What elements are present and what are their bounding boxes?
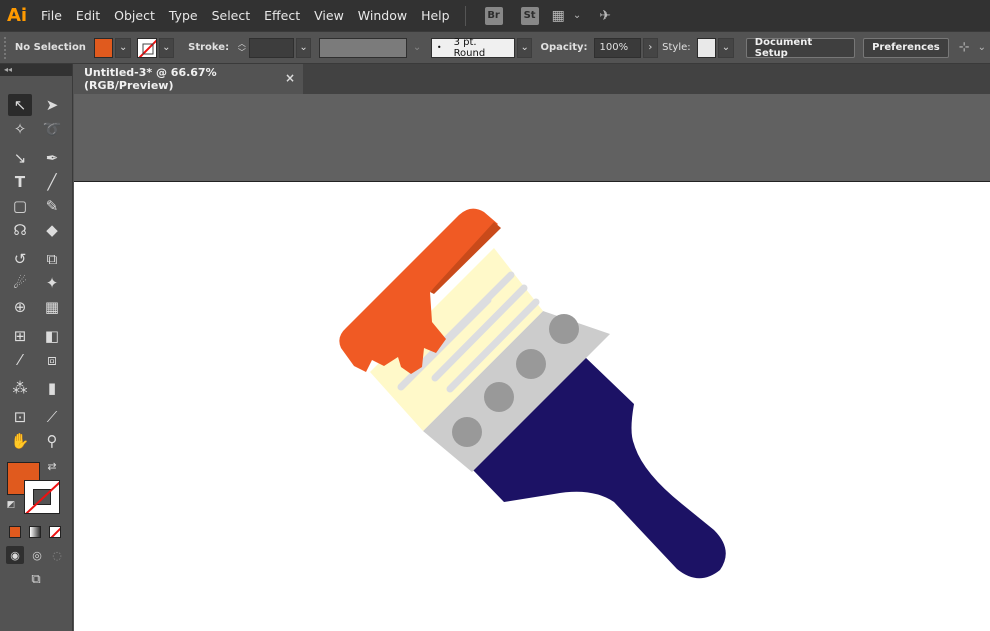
gradient-tool-icon[interactable]: ◧: [40, 325, 64, 347]
paintbrush-illustration[interactable]: [74, 182, 990, 631]
color-mode-icon[interactable]: [9, 526, 21, 538]
stroke-weight-field[interactable]: [248, 37, 294, 58]
draw-normal-icon[interactable]: ◉: [6, 546, 24, 564]
menu-edit[interactable]: Edit: [69, 0, 107, 31]
stroke-color-box[interactable]: [24, 480, 60, 514]
menu-window[interactable]: Window: [351, 0, 414, 31]
lasso-tool-icon[interactable]: ➰: [40, 118, 64, 140]
bridge-icon[interactable]: Br: [484, 6, 503, 25]
none-mode-icon[interactable]: [49, 526, 61, 538]
stroke-color-swatch[interactable]: [136, 37, 157, 58]
ferrule-dot: [516, 349, 546, 379]
document-tab[interactable]: Untitled-3* @ 66.67% (RGB/Preview) ×: [74, 64, 303, 94]
profile-dropdown[interactable]: ⌄: [409, 37, 425, 58]
opacity-field[interactable]: 100%: [593, 37, 641, 58]
style-label: Style:: [662, 42, 691, 53]
menu-effect[interactable]: Effect: [257, 0, 307, 31]
column-graph-tool-icon[interactable]: ▮: [40, 377, 64, 399]
selection-status: No Selection: [14, 42, 86, 53]
transform-options-icon[interactable]: ⊹: [959, 40, 970, 55]
default-colors-icon[interactable]: ◩: [4, 498, 18, 512]
brush-definition-field[interactable]: • 3 pt. Round: [430, 36, 515, 59]
style-dropdown[interactable]: ⌄: [718, 37, 734, 58]
preferences-button[interactable]: Preferences: [863, 37, 949, 58]
pasteboard[interactable]: [74, 94, 990, 181]
panel-collapse-icon[interactable]: ◂◂: [0, 64, 72, 76]
gpu-performance-icon[interactable]: ✈: [599, 8, 611, 24]
blend-tool-icon[interactable]: ⧈: [40, 349, 64, 371]
direct-selection-tool-icon[interactable]: ➤: [40, 94, 64, 116]
graphic-style-swatch[interactable]: [696, 37, 717, 58]
puppet-warp-tool-icon[interactable]: ✦: [40, 272, 64, 294]
paintbrush-tool-icon[interactable]: ✎: [40, 195, 64, 217]
magic-wand-tool-icon[interactable]: ✧: [8, 118, 32, 140]
line-segment-tool-icon[interactable]: ╱: [40, 171, 64, 193]
fill-dropdown[interactable]: ⌄: [115, 37, 131, 58]
stroke-dropdown[interactable]: ⌄: [158, 37, 175, 58]
control-bar: No Selection ⌄ ⌄ Stroke: ︿ ﹀ ⌄ ⌄ • 3 pt. …: [0, 31, 990, 64]
menu-object[interactable]: Object: [107, 0, 162, 31]
shaper-tool-icon[interactable]: ☊: [8, 219, 32, 241]
selection-tool-icon[interactable]: ↖: [8, 94, 32, 116]
brush-dropdown[interactable]: ⌄: [516, 37, 533, 58]
scale-tool-icon[interactable]: ⧉: [40, 248, 64, 270]
opacity-dropdown[interactable]: ›: [642, 37, 659, 58]
close-icon[interactable]: ×: [285, 71, 295, 85]
menu-help[interactable]: Help: [414, 0, 457, 31]
slice-tool-icon[interactable]: ⟋: [40, 406, 64, 428]
screen-mode-icon[interactable]: ⧉: [24, 570, 48, 588]
document-tab-bar: Untitled-3* @ 66.67% (RGB/Preview) ×: [74, 64, 990, 94]
eyedropper-tool-icon[interactable]: ⁄: [8, 349, 32, 371]
menu-view[interactable]: View: [307, 0, 351, 31]
ferrule-dot: [484, 382, 514, 412]
warp-tool-icon[interactable]: ☄: [8, 272, 32, 294]
stock-icon[interactable]: St: [520, 6, 539, 25]
draw-behind-icon[interactable]: ◎: [28, 546, 46, 564]
tools-panel: ◂◂ ↖ ➤ ✧ ➰ ↘ ✒ T ╱ ▢ ✎ ☊ ◆ ↺ ⧉ ☄ ✦ ⊕ ▦ ⊞…: [0, 64, 73, 631]
workspace-layout-icon[interactable]: ▦: [552, 8, 565, 24]
document-tab-title: Untitled-3* @ 66.67% (RGB/Preview): [84, 66, 217, 92]
menu-bar: Ai File Edit Object Type Select Effect V…: [0, 0, 990, 31]
opacity-label: Opacity:: [540, 42, 588, 53]
type-tool-icon[interactable]: T: [8, 171, 32, 193]
hand-tool-icon[interactable]: ✋: [8, 430, 32, 452]
draw-inside-icon[interactable]: ◌: [48, 546, 66, 564]
symbol-sprayer-tool-icon[interactable]: ⁂: [8, 377, 32, 399]
zoom-tool-icon[interactable]: ⚲: [40, 430, 64, 452]
artboard-tool-icon[interactable]: ⊡: [8, 406, 32, 428]
gradient-mode-icon[interactable]: [29, 526, 41, 538]
menu-file[interactable]: File: [34, 0, 69, 31]
chevron-down-icon[interactable]: ⌄: [978, 42, 986, 53]
ferrule-dot: [549, 314, 579, 344]
brush-definition-value: 3 pt. Round: [453, 36, 486, 59]
menu-separator: [464, 5, 466, 26]
pen-tool-icon[interactable]: ↘: [8, 147, 32, 169]
curvature-tool-icon[interactable]: ✒: [40, 147, 64, 169]
chevron-down-icon[interactable]: ⌄: [573, 10, 581, 21]
app-logo: Ai: [6, 5, 28, 26]
stroke-weight-dropdown[interactable]: ⌄: [295, 37, 312, 58]
fill-color-swatch[interactable]: [93, 37, 114, 58]
shape-builder-tool-icon[interactable]: ⊕: [8, 296, 32, 318]
perspective-grid-tool-icon[interactable]: ▦: [40, 296, 64, 318]
document-setup-button[interactable]: Document Setup: [745, 37, 856, 59]
ferrule-dot: [452, 417, 482, 447]
rectangle-tool-icon[interactable]: ▢: [8, 195, 32, 217]
mesh-tool-icon[interactable]: ⊞: [8, 325, 32, 347]
swap-fill-stroke-icon[interactable]: ⇄: [44, 458, 60, 474]
rotate-tool-icon[interactable]: ↺: [8, 248, 32, 270]
artboard[interactable]: [74, 181, 990, 631]
brush-dot-icon: •: [436, 43, 442, 52]
variable-width-profile[interactable]: [319, 37, 408, 58]
stroke-weight-stepper[interactable]: ︿ ﹀: [235, 38, 249, 58]
eraser-tool-icon[interactable]: ◆: [40, 219, 64, 241]
no-stroke-icon: [138, 39, 156, 57]
menu-select[interactable]: Select: [205, 0, 258, 31]
menu-type[interactable]: Type: [162, 0, 205, 31]
none-slash-icon: [50, 527, 60, 537]
stroke-label: Stroke:: [188, 42, 230, 53]
